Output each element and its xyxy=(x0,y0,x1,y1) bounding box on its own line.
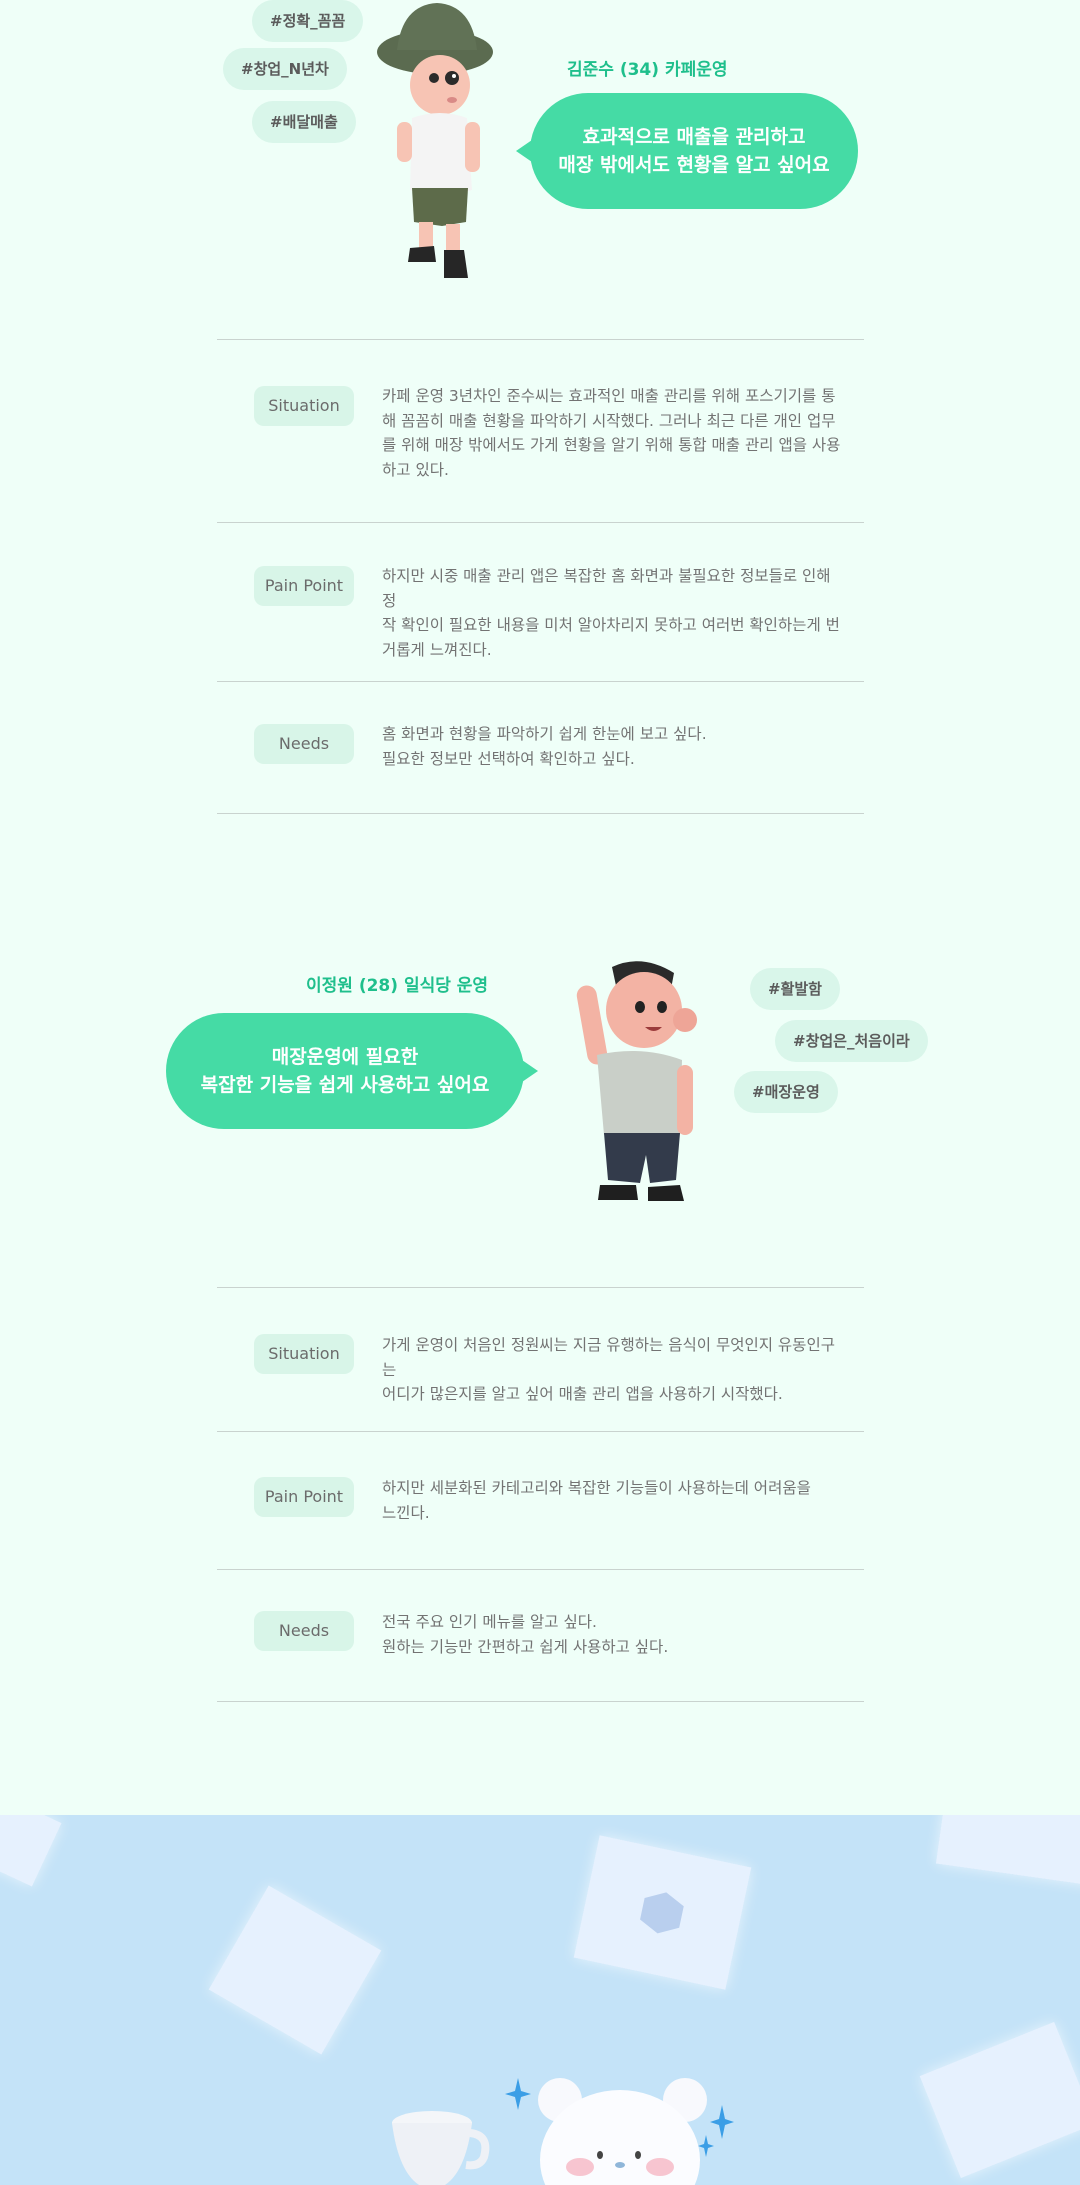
needs-text: 홈 화면과 현황을 파악하기 쉽게 한눈에 보고 싶다. 필요한 정보만 선택하… xyxy=(382,725,707,768)
sparkle-icon xyxy=(505,2078,531,2110)
bubble-tail xyxy=(522,1060,538,1082)
divider xyxy=(217,681,864,682)
envelope-card xyxy=(0,1815,62,1887)
persona1-tag-3: #배달매출 xyxy=(252,101,356,143)
persona1-quote-bubble: 효과적으로 매출을 관리하고 매장 밖에서도 현황을 알고 싶어요 xyxy=(516,93,858,209)
bear-mascot-icon xyxy=(538,2078,707,2185)
envelope-card xyxy=(208,1885,382,2055)
pain-point-text: 하지만 시중 매출 관리 앱은 복잡한 홈 화면과 불필요한 정보들로 인해 정… xyxy=(382,567,840,659)
quote-line: 복잡한 기능을 쉽게 사용하고 싶어요 xyxy=(200,1074,490,1096)
divider xyxy=(217,339,864,340)
envelope-card xyxy=(919,2021,1080,2179)
divider xyxy=(217,1287,864,1288)
divider xyxy=(217,1431,864,1432)
pain-point-text: 하지만 세분화된 카테고리와 복잡한 기능들이 사용하는데 어려움을 느낀다. xyxy=(382,1479,811,1522)
quote-line: 매장 밖에서도 현황을 알고 싶어요 xyxy=(558,154,830,176)
needs-label: Needs xyxy=(254,1611,354,1651)
situation-text: 가게 운영이 처음인 정원씨는 지금 유행하는 음식이 무엇인지 유동인구는 어… xyxy=(382,1336,835,1403)
quote-line: 효과적으로 매출을 관리하고 xyxy=(582,126,806,148)
needs-text: 전국 주요 인기 메뉴를 알고 싶다. 원하는 기능만 간편하고 쉽게 사용하고… xyxy=(382,1613,669,1656)
bubble-tail xyxy=(516,140,532,162)
quote-line: 매장운영에 필요한 xyxy=(271,1046,419,1068)
envelope-card xyxy=(935,1815,1080,1886)
persona2-quote-bubble: 매장운영에 필요한 복잡한 기능을 쉽게 사용하고 싶어요 xyxy=(166,1013,538,1129)
persona2-name: 이정원 (28) 일식당 운영 xyxy=(306,976,489,996)
pain-point-label: Pain Point xyxy=(254,1477,354,1517)
bottom-illustration xyxy=(0,1815,1080,2185)
divider xyxy=(217,1569,864,1570)
persona2-tag-1: #활발함 xyxy=(750,968,840,1010)
persona1-tag-1: #정확_꼼꼼 xyxy=(252,0,364,42)
situation-label: Situation xyxy=(254,1334,354,1374)
sparkle-icon xyxy=(698,2135,714,2157)
persona2-tag-2: #창업은_처음이라 xyxy=(775,1020,928,1062)
divider xyxy=(217,522,864,523)
divider xyxy=(217,1701,864,1702)
divider xyxy=(217,813,864,814)
sparkle-icon xyxy=(710,2105,734,2139)
needs-label: Needs xyxy=(254,724,354,764)
situation-label: Situation xyxy=(254,386,354,426)
persona2-tag-3: #매장운영 xyxy=(734,1071,838,1113)
persona1-tag-2: #창업_N년차 xyxy=(223,48,347,90)
character-hat-icon xyxy=(377,3,493,278)
pain-point-label: Pain Point xyxy=(254,566,354,606)
envelope-card xyxy=(573,1835,752,1990)
situation-text: 카페 운영 3년차인 준수씨는 효과적인 매출 관리를 위해 포스기기를 통 해… xyxy=(382,387,841,479)
character-waving-icon xyxy=(576,961,697,1201)
persona1-name: 김준수 (34) 카페운영 xyxy=(567,60,728,80)
envelope-seal-icon xyxy=(640,1892,684,1934)
cup-icon xyxy=(392,2111,490,2185)
